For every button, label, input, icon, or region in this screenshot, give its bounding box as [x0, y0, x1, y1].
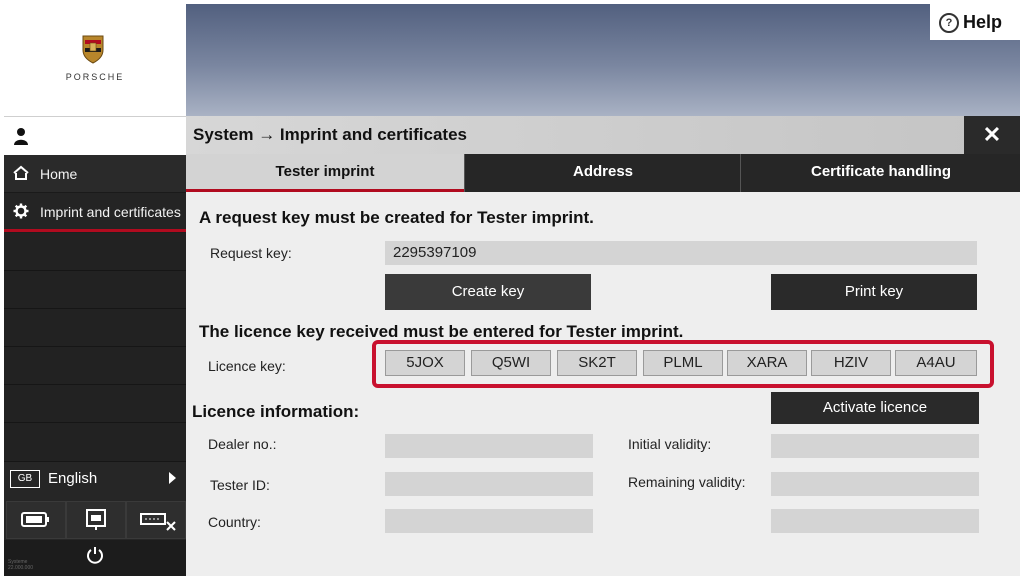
language-code-badge: GB — [10, 470, 40, 488]
licence-key-segment[interactable]: Q5WI — [471, 350, 551, 376]
tester-id-label: Tester ID: — [210, 477, 270, 493]
title-bar: System → Imprint and certificates ✕ — [186, 116, 1020, 154]
app-window: PORSCHE Home Imprint and certificates GB… — [4, 4, 1020, 576]
help-icon: ? — [939, 13, 959, 33]
licence-key-segment[interactable]: XARA — [727, 350, 807, 376]
breadcrumb: System → Imprint and certificates — [193, 125, 467, 144]
licence-key-segment[interactable]: 5JOX — [385, 350, 465, 376]
power-row: Systeme 22.000.000 — [4, 540, 186, 576]
licence-key-label: Licence key: — [208, 358, 286, 374]
licence-key-segment[interactable]: A4AU — [895, 350, 977, 376]
licence-key-segment[interactable]: HZIV — [811, 350, 891, 376]
logo-area: PORSCHE — [4, 4, 186, 116]
request-heading: A request key must be created for Tester… — [199, 208, 594, 227]
sidebar-item-home[interactable]: Home — [4, 155, 186, 193]
licence-info-heading: Licence information: — [192, 402, 360, 421]
sidebar: PORSCHE Home Imprint and certificates GB… — [4, 4, 186, 576]
language-label: English — [48, 470, 98, 487]
dealer-no-field — [385, 434, 593, 458]
close-button[interactable]: ✕ — [964, 116, 1020, 154]
remaining-validity-field — [771, 472, 979, 496]
country-label: Country: — [208, 514, 261, 530]
system-version: 22.000.000 — [8, 565, 34, 571]
help-label: Help — [963, 12, 1003, 32]
porsche-crest-logo — [82, 35, 104, 64]
request-key-label: Request key: — [210, 245, 292, 261]
tool-row — [4, 498, 186, 540]
dealer-no-label: Dealer no.: — [208, 436, 277, 452]
home-icon — [13, 165, 29, 180]
battery-button[interactable] — [6, 501, 66, 539]
network-button[interactable] — [66, 501, 126, 539]
sidebar-empty-slot — [4, 385, 186, 423]
user-row[interactable] — [4, 116, 186, 155]
close-icon: ✕ — [982, 122, 1002, 147]
header-banner: ? Help — [186, 4, 1020, 116]
licence-key-segment[interactable]: PLML — [643, 350, 723, 376]
licence-key-segment[interactable]: SK2T — [557, 350, 637, 376]
request-key-field[interactable]: 2295397109 — [385, 241, 977, 265]
tester-id-field — [385, 472, 593, 496]
brand-wordmark: PORSCHE — [65, 72, 125, 82]
create-key-button[interactable]: Create key — [385, 274, 591, 310]
country-field — [385, 509, 593, 533]
tab-address[interactable]: Address — [464, 154, 741, 192]
licence-heading: The licence key received must be entered… — [199, 322, 684, 341]
initial-validity-label: Initial validity: — [628, 436, 712, 452]
remaining-validity-label: Remaining validity: — [628, 474, 746, 490]
help-button[interactable]: ? Help — [930, 4, 1020, 40]
user-icon[interactable] — [13, 127, 29, 145]
activate-licence-button[interactable]: Activate licence — [771, 392, 979, 424]
tab-tester-imprint[interactable]: Tester imprint — [186, 154, 464, 192]
main-content: A request key must be created for Tester… — [186, 192, 1020, 576]
sidebar-item-imprint[interactable]: Imprint and certificates — [4, 193, 186, 232]
language-selector[interactable]: GB English — [4, 462, 186, 498]
battery-icon — [21, 512, 49, 527]
disconnect-button[interactable] — [126, 501, 186, 539]
sidebar-empty-slot — [4, 347, 186, 385]
system-version-text: Systeme 22.000.000 — [8, 559, 33, 571]
print-key-button[interactable]: Print key — [771, 274, 977, 310]
tab-bar: Tester imprint Address Certificate handl… — [186, 154, 1020, 192]
gear-icon — [13, 203, 29, 219]
extra-info-field — [771, 509, 979, 533]
initial-validity-field — [771, 434, 979, 458]
disconnect-icon — [140, 513, 176, 531]
sidebar-empty-slot — [4, 423, 186, 462]
tab-certificate-handling[interactable]: Certificate handling — [740, 154, 1020, 192]
sidebar-item-label: Home — [40, 166, 78, 182]
sidebar-empty-slot — [4, 271, 186, 309]
power-icon[interactable] — [86, 546, 104, 564]
sidebar-empty-slot — [4, 309, 186, 347]
sidebar-empty-slot — [4, 233, 186, 271]
sidebar-item-label: Imprint and certificates — [40, 204, 181, 220]
chevron-right-icon — [169, 472, 176, 484]
network-icon — [86, 509, 106, 530]
